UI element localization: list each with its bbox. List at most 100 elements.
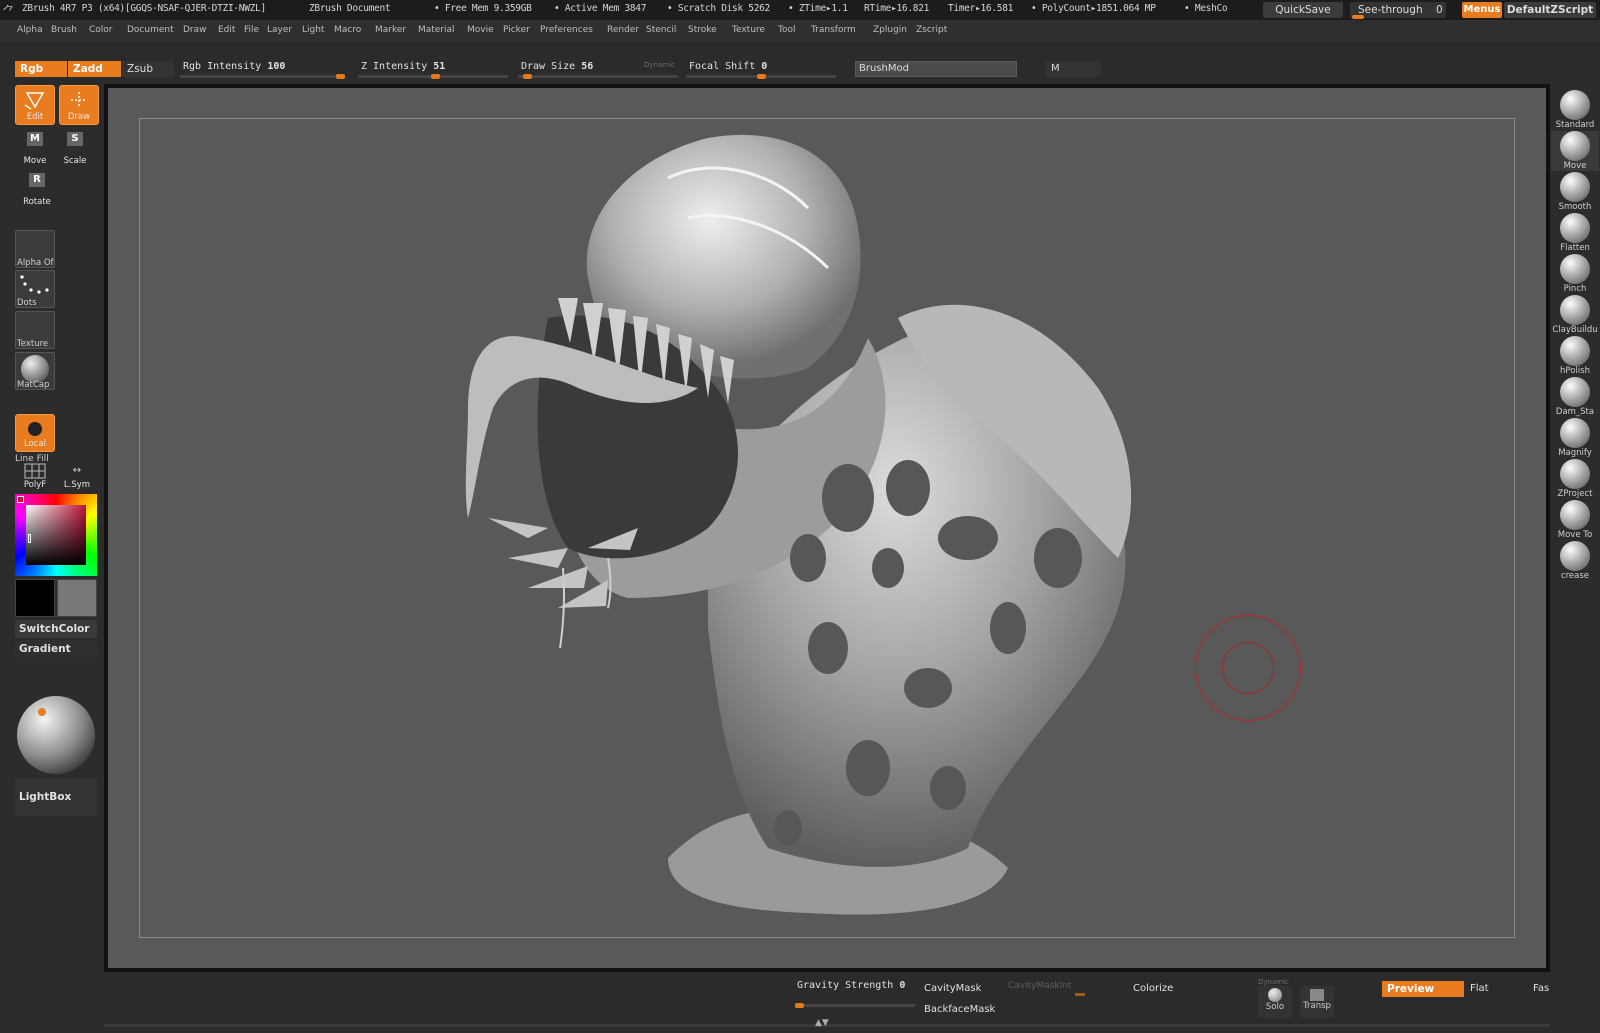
document-title: ZBrush Document: [309, 3, 391, 14]
colorize-button[interactable]: Colorize: [1133, 983, 1173, 994]
menu-render[interactable]: Render: [607, 25, 639, 35]
lightbox-button[interactable]: LightBox: [15, 778, 97, 816]
menu-color[interactable]: Color: [89, 25, 113, 35]
m-button[interactable]: M: [1045, 61, 1101, 77]
polyf-button[interactable]: PolyF: [15, 460, 55, 492]
rotate-button[interactable]: R Rotate: [17, 169, 57, 209]
lsym-button[interactable]: ↔ L.Sym: [57, 460, 97, 492]
matcap-thumbnail[interactable]: MatCap: [15, 352, 55, 390]
z-intensity-knob[interactable]: [430, 74, 440, 79]
cavitymaskint-slider[interactable]: CavityMaskInt: [1008, 981, 1072, 991]
cavitymaskint-knob[interactable]: [1075, 993, 1085, 996]
transp-button[interactable]: Transp: [1300, 986, 1334, 1018]
brush-pinch[interactable]: Pinch: [1551, 254, 1599, 294]
secondary-color-swatch[interactable]: [57, 579, 97, 617]
gradient-button[interactable]: Gradient: [15, 640, 97, 658]
dynamic-label[interactable]: Dynamic: [644, 61, 675, 69]
menu-stencil[interactable]: Stencil: [646, 25, 676, 35]
gravity-track[interactable]: [795, 1004, 915, 1007]
hue-marker[interactable]: [17, 496, 24, 503]
cavitymask-button[interactable]: CavityMask: [924, 983, 981, 994]
document-canvas[interactable]: [108, 88, 1546, 968]
draw-button[interactable]: Draw: [59, 85, 99, 125]
flat-button[interactable]: Flat: [1470, 983, 1489, 994]
color-marker[interactable]: [28, 534, 31, 543]
stroke-dots-thumbnail[interactable]: Dots: [15, 270, 55, 308]
dynamic-solo-label[interactable]: Dynamic: [1258, 978, 1289, 986]
saturation-square[interactable]: [26, 505, 86, 565]
brushmod-field[interactable]: BrushMod: [855, 61, 1017, 77]
backfacemask-button[interactable]: BackfaceMask: [924, 1004, 995, 1015]
preview-button[interactable]: Preview: [1382, 981, 1464, 997]
menu-material[interactable]: Material: [418, 25, 455, 35]
see-through-knob[interactable]: [1352, 15, 1364, 19]
rgb-button[interactable]: Rgb: [15, 61, 67, 77]
scale-button[interactable]: S Scale: [55, 128, 95, 168]
brush-moveto[interactable]: Move To: [1551, 500, 1599, 540]
color-picker[interactable]: [15, 494, 97, 576]
gravity-strength-slider[interactable]: Gravity Strength 0: [795, 980, 915, 1010]
focal-shift-knob[interactable]: [757, 74, 766, 79]
menu-zscript[interactable]: Zscript: [916, 25, 947, 35]
menu-transform[interactable]: Transform: [811, 25, 856, 35]
menus-button[interactable]: Menus: [1462, 2, 1502, 18]
menu-alpha[interactable]: Alpha: [17, 25, 43, 35]
rgb-intensity-slider[interactable]: Rgb Intensity 100: [180, 59, 345, 79]
alpha-thumbnail[interactable]: Alpha Of: [15, 230, 55, 268]
brush-claybuildup[interactable]: ClayBuildu: [1551, 295, 1599, 335]
quicksave-button[interactable]: QuickSave: [1263, 2, 1343, 18]
light-position-marker[interactable]: [38, 708, 46, 716]
z-intensity-slider[interactable]: Z Intensity 51: [358, 59, 508, 79]
menu-file[interactable]: File: [244, 25, 259, 35]
brush-move[interactable]: Move: [1551, 131, 1599, 171]
brush-flatten[interactable]: Flatten: [1551, 213, 1599, 253]
rgb-intensity-track[interactable]: [180, 75, 345, 78]
zsub-button[interactable]: Zsub: [122, 61, 174, 77]
brush-damstandard[interactable]: Dam_Sta: [1551, 377, 1599, 417]
draw-size-track[interactable]: [518, 75, 678, 78]
draw-size-knob[interactable]: [522, 74, 532, 79]
rgb-intensity-knob[interactable]: [336, 74, 345, 79]
local-button[interactable]: Local: [15, 414, 55, 452]
sculpt-model[interactable]: [108, 88, 1546, 968]
zadd-button[interactable]: Zadd: [68, 61, 121, 77]
menu-document[interactable]: Document: [127, 25, 174, 35]
brush-label: Standard: [1555, 120, 1595, 130]
menu-tool[interactable]: Tool: [778, 25, 795, 35]
primary-color-swatch[interactable]: [15, 579, 55, 617]
switchcolor-button[interactable]: SwitchColor: [15, 620, 97, 638]
menu-layer[interactable]: Layer: [267, 25, 292, 35]
brush-hpolish[interactable]: hPolish: [1551, 336, 1599, 376]
edit-button[interactable]: Edit: [15, 85, 55, 125]
draw-size-slider[interactable]: Draw Size 56 Dynamic: [518, 59, 678, 79]
default-zscript-button[interactable]: DefaultZScript: [1504, 2, 1596, 18]
menu-movie[interactable]: Movie: [467, 25, 494, 35]
brush-cursor-inner: [1222, 642, 1274, 694]
menu-preferences[interactable]: Preferences: [540, 25, 593, 35]
solo-button[interactable]: Solo: [1258, 986, 1292, 1018]
brush-zproject[interactable]: ZProject: [1551, 459, 1599, 499]
menu-draw[interactable]: Draw: [183, 25, 207, 35]
brush-standard[interactable]: Standard: [1551, 90, 1599, 130]
focal-shift-slider[interactable]: Focal Shift 0: [686, 59, 836, 79]
menu-light[interactable]: Light: [302, 25, 324, 35]
menu-edit[interactable]: Edit: [218, 25, 235, 35]
menu-marker[interactable]: Marker: [375, 25, 406, 35]
brush-magnify[interactable]: Magnify: [1551, 418, 1599, 458]
menu-brush[interactable]: Brush: [51, 25, 77, 35]
brush-label: Magnify: [1558, 448, 1592, 458]
brush-smooth[interactable]: Smooth: [1551, 172, 1599, 212]
texture-thumbnail[interactable]: Texture: [15, 311, 55, 349]
collapse-arrows-icon[interactable]: ▲▼: [815, 1018, 829, 1028]
menu-picker[interactable]: Picker: [503, 25, 530, 35]
light-sphere[interactable]: [17, 696, 95, 774]
brush-crease[interactable]: crease: [1551, 541, 1599, 581]
menu-texture[interactable]: Texture: [732, 25, 765, 35]
menu-macro[interactable]: Macro: [334, 25, 361, 35]
menu-stroke[interactable]: Stroke: [688, 25, 717, 35]
see-through-slider[interactable]: See-through 0: [1350, 2, 1446, 18]
fast-button[interactable]: Fas: [1533, 983, 1549, 994]
menu-zplugin[interactable]: Zplugin: [873, 25, 907, 35]
move-button[interactable]: M Move: [15, 128, 55, 168]
gravity-knob[interactable]: [795, 1003, 804, 1008]
